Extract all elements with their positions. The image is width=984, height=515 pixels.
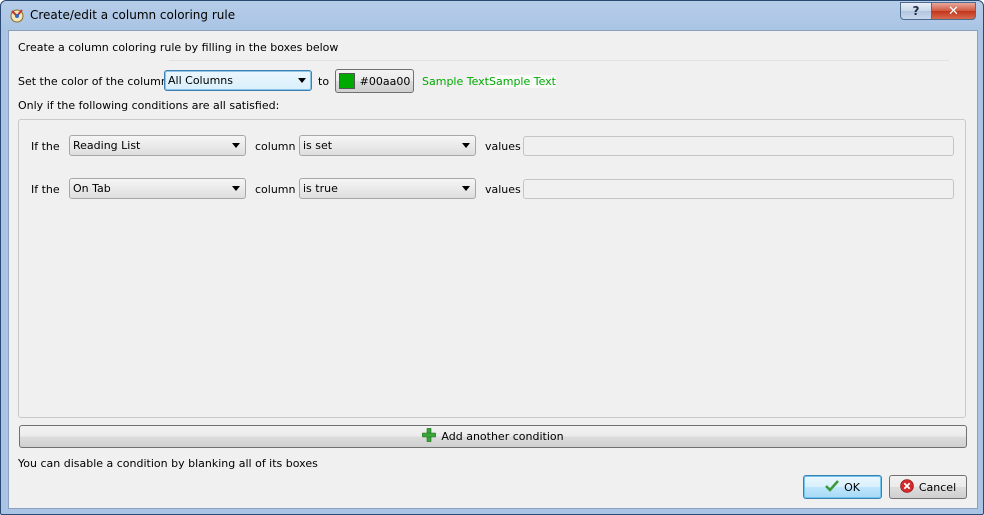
title-bar[interactable]: Create/edit a column coloring rule ? ✕ [1,1,983,29]
window-title: Create/edit a column coloring rule [30,8,236,22]
column-select[interactable]: All Columns [164,70,312,91]
help-button[interactable]: ? [900,2,932,20]
cancel-icon [900,478,914,496]
set-color-label: Set the color of the column: [18,75,172,88]
conditions-label: Only if the following conditions are all… [18,99,280,112]
column-label: column [255,183,296,196]
values-label: values [485,183,521,196]
chevron-down-icon [298,78,306,83]
values-label: values [485,140,521,153]
intro-text: Create a column coloring rule by filling… [18,41,339,54]
add-condition-button[interactable]: Add another condition [19,425,967,448]
close-button[interactable]: ✕ [931,2,976,20]
condition-2-values-input[interactable] [523,179,954,199]
condition-2-column-value: On Tab [73,182,111,195]
divider [169,60,949,61]
to-label: to [318,75,330,88]
checkmark-icon [825,479,839,495]
sample-text-1: Sample Text [422,75,489,88]
color-button-label: #00aa00 [359,74,411,88]
condition-2-operator-value: is true [303,182,338,195]
column-select-value: All Columns [168,74,233,87]
ok-button[interactable]: OK [803,475,882,499]
condition-1-operator-value: is set [303,139,333,152]
calibre-icon [9,7,25,23]
plus-icon [422,427,437,445]
condition-1-column-value: Reading List [73,139,141,152]
if-label: If the [31,140,60,153]
cancel-button[interactable]: Cancel [889,475,967,499]
hint-text: You can disable a condition by blanking … [18,457,318,470]
condition-2-operator-select[interactable]: is true [299,178,476,199]
chevron-down-icon [462,143,470,148]
condition-2-column-select[interactable]: On Tab [69,178,246,199]
color-swatch [338,73,355,89]
condition-1-column-select[interactable]: Reading List [69,135,246,156]
chevron-down-icon [232,186,240,191]
color-picker-button[interactable]: #00aa00 [335,69,414,93]
ok-label: OK [844,480,860,494]
chevron-down-icon [232,143,240,148]
dialog-body: Create a column coloring rule by filling… [8,30,978,509]
condition-1-operator-select[interactable]: is set [299,135,476,156]
dialog-window: Create/edit a column coloring rule ? ✕ C… [0,0,984,515]
column-label: column [255,140,296,153]
conditions-group: If the Reading List column is set values… [18,119,966,418]
chevron-down-icon [462,186,470,191]
condition-1-values-input[interactable] [523,136,954,156]
if-label: If the [31,183,60,196]
cancel-label: Cancel [918,480,957,494]
add-condition-label: Add another condition [441,430,564,443]
sample-text-2: Sample Text [489,75,556,88]
